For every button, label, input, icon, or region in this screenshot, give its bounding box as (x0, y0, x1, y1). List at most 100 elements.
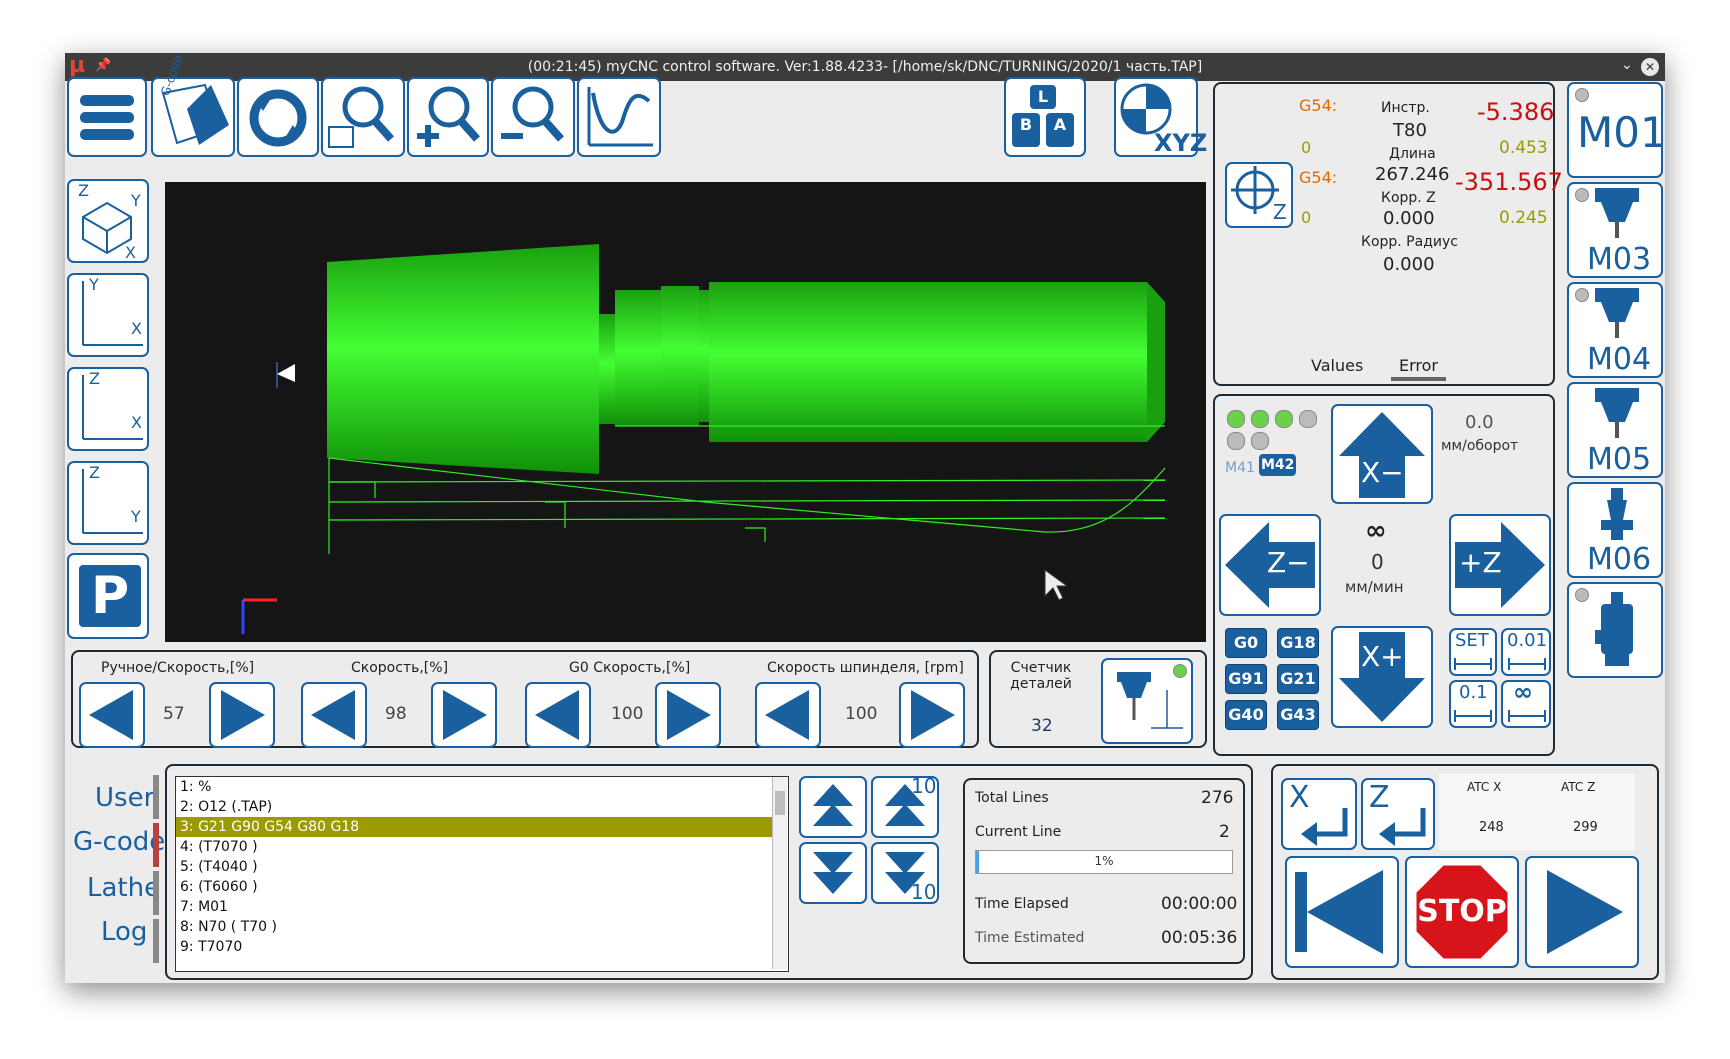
time-elapsed-label: Time Elapsed (975, 896, 1069, 912)
step-infinity-button[interactable]: ∞ (1501, 678, 1551, 728)
spindle-speed-decrease[interactable] (755, 682, 821, 748)
g0-speed-decrease[interactable] (525, 682, 591, 748)
triangle-left-icon (765, 690, 809, 740)
m06-button[interactable]: M06 (1567, 482, 1663, 578)
jog-z-plus-button[interactable]: +Z (1449, 514, 1551, 616)
m03-button[interactable]: M03 (1567, 182, 1663, 278)
override-manual-label: Ручное/Скорость,[%] (101, 660, 255, 676)
view-iso-button[interactable]: Z Y X (67, 179, 149, 263)
tab-values[interactable]: Values (1311, 356, 1363, 375)
g18-button[interactable]: G18 (1277, 628, 1319, 658)
gcode-line[interactable]: 7: M01 (176, 897, 788, 917)
zero-xyz-button[interactable]: XYZ (1114, 77, 1207, 157)
manual-speed-increase[interactable] (209, 682, 275, 748)
zoom-window-button[interactable] (321, 77, 405, 157)
jog-x-plus-button[interactable]: X+ (1331, 626, 1433, 728)
double-chevron-up-icon (813, 784, 853, 826)
start-button[interactable] (1525, 856, 1639, 968)
minimize-chevron-icon[interactable]: ⌄ (1621, 57, 1633, 73)
tool-value: T80 (1393, 120, 1427, 141)
step-001-button[interactable]: 0.01 (1501, 628, 1551, 676)
tab-gcode[interactable]: G-code (73, 827, 165, 857)
tab-user[interactable]: User (95, 783, 154, 813)
tab-log[interactable]: Log (101, 917, 147, 947)
m04-button[interactable]: M04 (1567, 282, 1663, 378)
stop-button[interactable]: STOP (1405, 856, 1519, 968)
manual-speed-decrease[interactable] (79, 682, 145, 748)
scroll-up-10-button[interactable]: 10 (871, 774, 939, 838)
gcode-line[interactable]: 4: (T7070 ) (176, 837, 788, 857)
coolant-button[interactable] (1567, 582, 1663, 678)
tool-label: Инстр. (1381, 100, 1430, 116)
program-stats: Total Lines 276 Current Line 2 1% Time E… (963, 778, 1245, 964)
gcode-line[interactable]: 5: (T4040 ) (176, 857, 788, 877)
probe-tool-button[interactable] (1101, 658, 1193, 744)
spindle-speed-increase[interactable] (899, 682, 965, 748)
step-01-button[interactable]: 0.1 (1449, 680, 1497, 728)
scroll-down-10-button[interactable]: 10 (871, 842, 939, 904)
gcode-line[interactable]: 1: % (176, 777, 788, 797)
tab-error[interactable]: Error (1391, 356, 1446, 381)
view-zy-button[interactable]: Z Y (67, 461, 149, 545)
m01-led (1575, 88, 1589, 102)
scroll-down-button[interactable] (799, 842, 867, 904)
xyz-label: XYZ (1154, 129, 1208, 157)
home-z-button[interactable]: Z (1361, 778, 1435, 850)
x-minus-label: X− (1361, 456, 1404, 489)
toolpath-viewport[interactable] (165, 182, 1206, 642)
view-zx-button[interactable]: Z X (67, 367, 149, 451)
zoom-in-button[interactable] (407, 77, 489, 157)
spindle-speed-value: 100 (845, 704, 878, 724)
gcode-line[interactable]: 8: N70 ( T70 ) (176, 917, 788, 937)
tool-marker-icon (277, 364, 295, 382)
menu-button[interactable] (67, 77, 147, 157)
m42-badge[interactable]: M42 (1259, 454, 1297, 476)
m41-label[interactable]: M41 (1225, 460, 1255, 476)
g40-button[interactable]: G40 (1225, 700, 1267, 730)
status-led-2 (1251, 410, 1269, 428)
zoom-out-button[interactable] (491, 77, 575, 157)
gcode-line-current[interactable]: 3: G21 G90 G54 G80 G18 (176, 817, 772, 837)
spindle-stop-icon (1595, 388, 1639, 438)
speed-decrease[interactable] (301, 682, 367, 748)
close-button[interactable]: ✕ (1641, 58, 1659, 76)
jog-step-infinity: ∞ (1365, 516, 1387, 546)
atc-z-value: 299 (1573, 820, 1598, 835)
graph-button[interactable] (577, 77, 661, 157)
g91-button[interactable]: G91 (1225, 664, 1267, 694)
key-a: A (1046, 113, 1074, 147)
gcode-line[interactable]: 2: O12 (.TAP) (176, 797, 788, 817)
zero-z-button[interactable]: Z (1225, 162, 1293, 228)
jog-x-minus-button[interactable]: X− (1331, 404, 1433, 504)
g43-button[interactable]: G43 (1277, 700, 1319, 730)
set-step-button[interactable]: SET (1449, 628, 1497, 676)
g21-button[interactable]: G21 (1277, 664, 1319, 694)
scroll-up-button[interactable] (799, 776, 867, 838)
g0-button[interactable]: G0 (1225, 628, 1267, 658)
tab-lathe[interactable]: Lathe (87, 873, 160, 903)
rewind-button[interactable] (1285, 856, 1399, 968)
gcode-line[interactable]: 6: (T6060 ) (176, 877, 788, 897)
refresh-button[interactable] (237, 77, 319, 157)
view-xy-button[interactable]: Y X (67, 273, 149, 357)
m01-button[interactable]: M01 (1567, 82, 1667, 178)
speed-increase[interactable] (431, 682, 497, 748)
jog-z-minus-button[interactable]: Z− (1219, 514, 1321, 616)
gcode-button[interactable]: G-code (151, 53, 235, 157)
corr-z-label: Корр. Z (1381, 190, 1436, 206)
scrollbar-thumb[interactable] (775, 791, 785, 815)
step-001-label: 0.01 (1507, 630, 1548, 651)
g0-speed-value: 100 (611, 704, 644, 724)
triangle-right-icon (911, 690, 955, 740)
g0-speed-increase[interactable] (655, 682, 721, 748)
hamburger-icon (80, 95, 134, 140)
home-x-button[interactable]: X (1281, 778, 1357, 850)
parking-button[interactable]: P (67, 553, 149, 639)
gcode-line[interactable]: 9: T7070 (176, 937, 788, 957)
gcode-scrollbar[interactable] (772, 777, 787, 969)
gcode-listing[interactable]: 1: % 2: O12 (.TAP) 3: G21 G90 G54 G80 G1… (175, 776, 789, 972)
double-chevron-down-icon (813, 852, 853, 894)
keyboard-button[interactable]: L B A (1004, 77, 1086, 157)
m05-button[interactable]: M05 (1567, 382, 1663, 478)
feed-per-rev-value: 0.0 (1465, 412, 1494, 433)
